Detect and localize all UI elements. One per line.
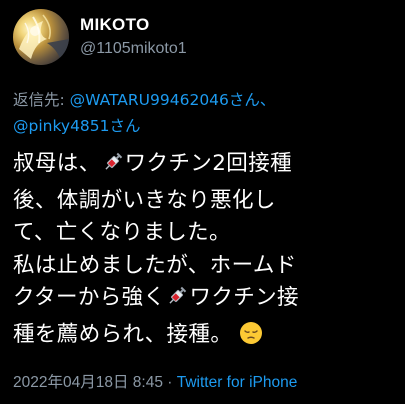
- tweet-meta: 2022年04月18日 8:45 · Twitter for iPhone: [13, 370, 297, 392]
- replying-to-label: 返信先:: [13, 91, 70, 109]
- tweet-text-line1a: 叔母は、: [13, 151, 101, 176]
- user-names: MIKOTO @1105mikoto1: [80, 14, 187, 60]
- tweet-source-link[interactable]: Twitter for iPhone: [177, 374, 298, 391]
- user-handle[interactable]: @1105mikoto1: [80, 38, 187, 60]
- display-name[interactable]: MIKOTO: [80, 14, 187, 36]
- tweet-text-line5b: ワクチン接: [189, 285, 299, 310]
- mention-link-2[interactable]: @pinky4851さん: [13, 117, 141, 135]
- tweet-text-line3: て、亡くなりました。: [13, 220, 231, 245]
- meta-separator: ·: [162, 374, 177, 391]
- tweet-text-line5a: クターから強く: [13, 285, 166, 310]
- tweet-text-line4: 私は止めましたが、ホームド: [13, 252, 297, 278]
- tweet-text-line6: 種を薦められ、接種。: [13, 321, 233, 347]
- tweet-text-line2: 後、体調がいきなり悪化し: [13, 187, 276, 213]
- tweet-header: MIKOTO @1105mikoto1: [13, 6, 393, 68]
- tweet-text-line1b: ワクチン2回接種: [124, 151, 292, 176]
- syringe-icon: [165, 284, 189, 319]
- replying-to: 返信先: @WATARU99462046さん、 @pinky4851さん: [13, 87, 393, 139]
- avatar[interactable]: [13, 9, 69, 65]
- tweet: MIKOTO @1105mikoto1 返信先: @WATARU99462046…: [0, 0, 405, 404]
- syringe-icon: [101, 150, 125, 185]
- pensive-face-icon: [239, 321, 263, 356]
- mention-link-1[interactable]: @WATARU99462046さん、: [70, 91, 276, 109]
- tweet-timestamp[interactable]: 2022年04月18日 8:45: [13, 374, 163, 391]
- tweet-text: 叔母は、 ワクチン2回接種 後、体調がいきなり悪化し て、亡くなりました。 私は止…: [13, 148, 393, 355]
